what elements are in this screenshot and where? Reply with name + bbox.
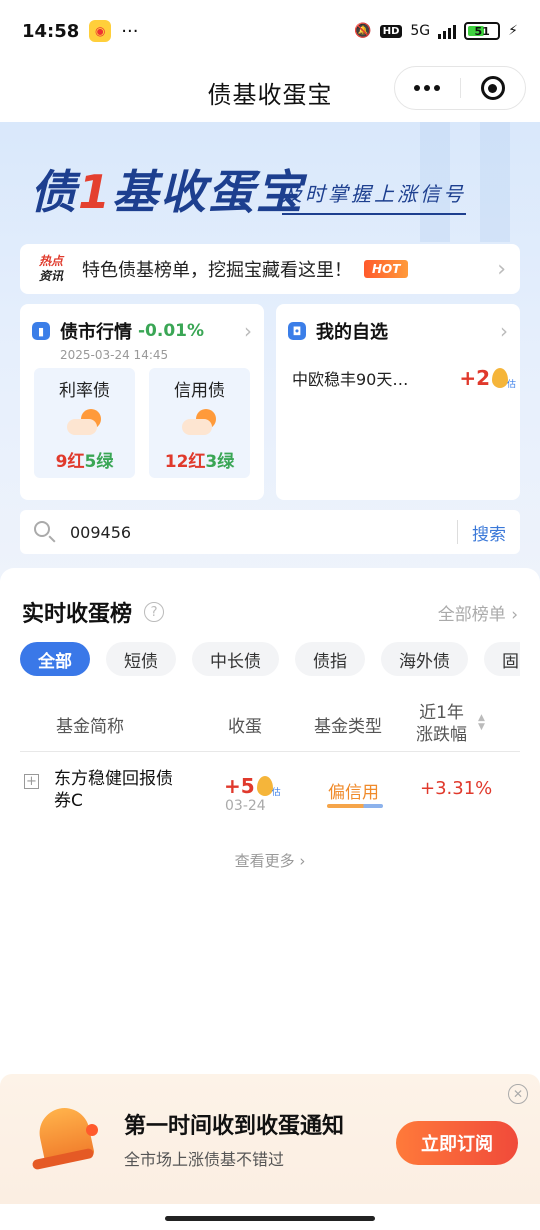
favorite-fund-egg: +2 估 [459,366,516,390]
tile-count: 12红3绿 [164,452,235,472]
signal-icon [438,23,457,39]
favorite-fund-name: 中欧稳丰90天… [292,370,409,389]
help-icon[interactable]: ? [144,602,165,622]
target-icon [480,76,505,100]
search-input[interactable]: 009456 [70,523,131,542]
chevron-right-icon: › [497,256,506,282]
all-rankings-link[interactable]: 全部榜单 › [438,600,518,625]
tile-name: 信用债 [174,381,225,401]
fund-1y-change: +3.31% [420,778,493,799]
table-row[interactable]: + 东方稳健回报债券C +5 估 03-24 偏信用 +3.31% [20,764,520,826]
favorites-card[interactable]: ◘ 我的自选 › 中欧稳丰90天… +2 估 [276,304,520,500]
fund-type-bar [327,804,383,808]
header-fund-type: 基金类型 [314,716,382,737]
search-bar[interactable]: 009456 搜索 [20,510,520,554]
mute-icon: 🔕 [354,23,372,39]
header-fund-name: 基金简称 [56,716,124,737]
title-bar: 债基收蛋宝 [0,62,540,122]
close-mini-program-button[interactable] [461,67,526,109]
search-icon [34,521,56,543]
category-tabs: 全部 短债 中长债 债指 海外债 固收+ [20,642,520,678]
ranking-section: 实时收蛋榜 ? 全部榜单 › 全部 短债 中长债 债指 海外债 固收+ 基金简称… [0,568,540,1068]
status-bar: 14:58 ◉ ··· 🔕 HD 5G 51 ⚡ [0,0,540,62]
subscribe-desc: 全市场上涨债基不错过 [124,1150,285,1169]
tab-mid-long-bond[interactable]: 中长债 [192,642,279,676]
ranking-title: 实时收蛋榜 [22,602,133,627]
more-dots-icon [414,85,441,91]
brand-logo: 债1基收蛋宝 [30,165,305,219]
tab-bond-index[interactable]: 债指 [295,642,365,676]
chart-icon: ▮ [32,322,50,340]
market-card[interactable]: ▮ 债市行情 -0.01% › 2025-03-24 14:45 利率债 9红5… [20,304,264,500]
tab-fixed-income-plus[interactable]: 固收+ [484,642,520,676]
mini-program-capsule [394,66,526,110]
home-indicator[interactable] [165,1216,375,1221]
tab-short-bond[interactable]: 短债 [106,642,176,676]
hot-news-text: 特色债基榜单，挖掘宝藏看这里！ [82,260,352,281]
bookmark-icon: ◘ [288,322,306,340]
favorites-title: 我的自选 [316,322,388,343]
more-notifications: ··· [121,20,139,42]
rate-bond-tile[interactable]: 利率债 9红5绿 [34,368,135,478]
fund-egg-date: 03-24 [225,798,266,814]
more-menu-button[interactable] [395,67,460,109]
tab-all[interactable]: 全部 [20,642,90,676]
battery-icon: 51 [464,22,501,40]
credit-bond-tile[interactable]: 信用债 12红3绿 [149,368,250,478]
close-icon[interactable]: ✕ [508,1084,528,1104]
egg-icon: 估 [492,368,516,390]
status-time: 14:58 [22,20,80,42]
subscribe-banner: 第一时间收到收蛋通知 全市场上涨债基不错过 立即订阅 ✕ [0,1074,540,1204]
chevron-right-icon: › [500,319,508,343]
expand-icon[interactable]: + [24,774,39,789]
page-title: 债基收蛋宝 [207,80,333,109]
tile-count: 9红5绿 [55,452,114,472]
hot-news-tag: 热点 资讯 [38,254,63,283]
network-label: 5G [410,23,431,39]
market-date: 2025-03-24 14:45 [60,348,169,362]
header-egg: 收蛋 [228,716,262,737]
hero-section: 债1基收蛋宝 及时掌握上涨信号 热点 资讯 特色债基榜单，挖掘宝藏看这里！ HOT… [0,122,540,582]
subscribe-title: 第一时间收到收蛋通知 [124,1114,345,1139]
tile-name: 利率债 [59,381,110,401]
table-header: 基金简称 收蛋 基金类型 近1年 涨跌幅 ▲ ▼ [20,696,520,752]
weibo-icon: ◉ [89,20,112,42]
brand-slogan: 及时掌握上涨信号 [282,178,466,215]
market-change: -0.01% [138,321,205,341]
egg-icon: 估 [256,776,281,798]
hd-icon: HD [379,24,403,38]
search-button[interactable]: 搜索 [472,520,506,545]
fund-type: 偏信用 [328,783,379,803]
sun-cloud-icon [180,409,220,439]
chevron-right-icon: › [244,319,252,343]
fund-egg: +5 估 [224,774,281,798]
charging-icon: ⚡ [508,23,518,39]
bell-icon [30,1102,98,1176]
fund-name: 东方稳健回报债券C [54,769,173,811]
header-1y-change[interactable]: 近1年 涨跌幅 [416,696,467,752]
sort-icon[interactable]: ▲ ▼ [478,714,485,732]
hot-news-banner[interactable]: 热点 资讯 特色债基榜单，挖掘宝藏看这里！ HOT › [20,244,520,294]
favorite-fund-row[interactable]: 中欧稳丰90天… +2 估 [276,344,520,390]
subscribe-button[interactable]: 立即订阅 [396,1121,518,1165]
view-more-link[interactable]: 查看更多 › [0,850,540,871]
hot-badge: HOT [364,260,409,278]
tab-overseas-bond[interactable]: 海外债 [381,642,468,676]
market-title: 债市行情 [60,322,132,343]
sun-cloud-icon [65,409,105,439]
